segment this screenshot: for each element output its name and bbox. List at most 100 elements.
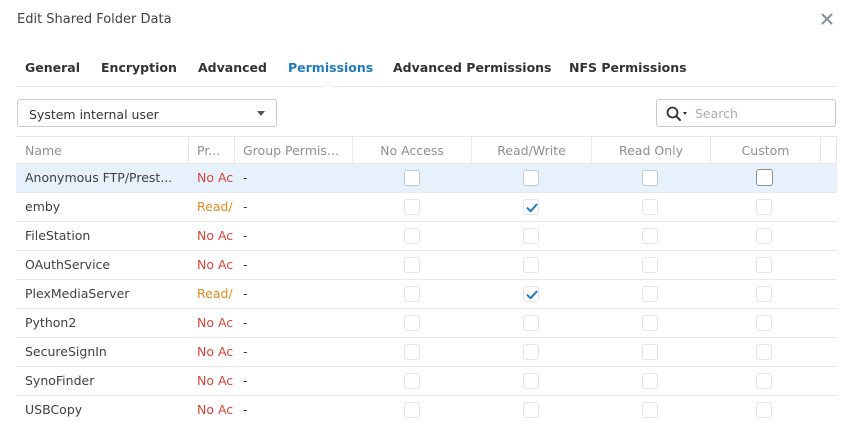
row-name: PlexMediaServer bbox=[25, 286, 130, 301]
tab-advanced-permissions[interactable]: Advanced Permissions bbox=[393, 60, 552, 75]
row-name: OAuthService bbox=[25, 257, 111, 272]
custom-checkbox[interactable] bbox=[756, 344, 772, 360]
table-row[interactable]: Python2 No Ac - bbox=[16, 309, 837, 338]
read-only-checkbox[interactable] bbox=[642, 199, 658, 215]
dialog-title: Edit Shared Folder Data bbox=[17, 12, 172, 27]
row-privilege: No Ac bbox=[197, 344, 234, 359]
close-icon bbox=[821, 13, 833, 25]
row-privilege: No Ac bbox=[197, 315, 234, 330]
read-write-checkbox[interactable] bbox=[523, 373, 539, 389]
search-icon[interactable] bbox=[666, 106, 696, 122]
custom-checkbox[interactable] bbox=[756, 315, 772, 331]
custom-checkbox[interactable] bbox=[756, 257, 772, 273]
column-header-group-permissions[interactable]: Group Permis... bbox=[235, 137, 353, 163]
read-only-checkbox[interactable] bbox=[642, 344, 658, 360]
read-only-checkbox[interactable] bbox=[642, 315, 658, 331]
column-header-read-only[interactable]: Read Only bbox=[592, 137, 711, 163]
row-privilege: No Ac bbox=[197, 257, 234, 272]
search-input[interactable] bbox=[695, 104, 831, 123]
read-write-checkbox[interactable] bbox=[523, 199, 539, 215]
read-write-checkbox[interactable] bbox=[523, 315, 539, 331]
no-access-checkbox[interactable] bbox=[404, 344, 420, 360]
column-header-spacer bbox=[821, 137, 837, 163]
row-name: Anonymous FTP/Prest... bbox=[25, 170, 173, 185]
read-write-checkbox[interactable] bbox=[523, 257, 539, 273]
read-only-checkbox[interactable] bbox=[642, 286, 658, 302]
permissions-grid: Name Pr... Group Permis... No Access Rea… bbox=[16, 136, 837, 422]
row-group-permission: - bbox=[243, 257, 248, 272]
custom-checkbox[interactable] bbox=[756, 373, 772, 389]
tab-general[interactable]: General bbox=[25, 60, 80, 75]
row-name: SecureSignIn bbox=[25, 344, 107, 359]
row-privilege: No Ac bbox=[197, 170, 234, 185]
column-header-name[interactable]: Name bbox=[16, 137, 189, 163]
no-access-checkbox[interactable] bbox=[404, 199, 420, 215]
user-type-dropdown[interactable]: System internal user bbox=[17, 99, 277, 127]
row-group-permission: - bbox=[243, 199, 248, 214]
row-name: emby bbox=[25, 199, 61, 214]
row-name: SynoFinder bbox=[25, 373, 95, 388]
read-only-checkbox[interactable] bbox=[642, 373, 658, 389]
column-header-no-access[interactable]: No Access bbox=[353, 137, 472, 163]
no-access-checkbox[interactable] bbox=[404, 315, 420, 331]
read-only-checkbox[interactable] bbox=[642, 170, 658, 186]
read-write-checkbox[interactable] bbox=[523, 170, 539, 186]
chevron-down-icon bbox=[257, 111, 265, 116]
no-access-checkbox[interactable] bbox=[404, 373, 420, 389]
close-button[interactable] bbox=[818, 10, 836, 28]
table-row[interactable]: emby Read/- bbox=[16, 193, 837, 222]
tab-permissions[interactable]: Permissions bbox=[288, 60, 373, 75]
grid-header-row: Name Pr... Group Permis... No Access Rea… bbox=[16, 136, 837, 164]
custom-checkbox[interactable] bbox=[756, 228, 772, 244]
column-header-privilege[interactable]: Pr... bbox=[189, 137, 235, 163]
read-only-checkbox[interactable] bbox=[642, 257, 658, 273]
table-row[interactable]: USBCopy No Ac - bbox=[16, 396, 837, 422]
no-access-checkbox[interactable] bbox=[404, 402, 420, 418]
row-group-permission: - bbox=[243, 286, 248, 301]
no-access-checkbox[interactable] bbox=[404, 170, 420, 186]
user-type-selected: System internal user bbox=[29, 107, 159, 122]
row-name: Python2 bbox=[25, 315, 77, 330]
row-group-permission: - bbox=[243, 228, 248, 243]
dialog-titlebar: Edit Shared Folder Data bbox=[0, 0, 846, 40]
no-access-checkbox[interactable] bbox=[404, 286, 420, 302]
row-privilege: No Ac bbox=[197, 402, 234, 417]
row-privilege: Read/ bbox=[197, 286, 233, 301]
column-header-read-write[interactable]: Read/Write bbox=[472, 137, 592, 163]
row-group-permission: - bbox=[243, 170, 248, 185]
read-only-checkbox[interactable] bbox=[642, 228, 658, 244]
table-row[interactable]: FileStation No Ac - bbox=[16, 222, 837, 251]
row-group-permission: - bbox=[243, 344, 248, 359]
read-write-checkbox[interactable] bbox=[523, 402, 539, 418]
custom-checkbox[interactable] bbox=[756, 286, 772, 302]
custom-checkbox[interactable] bbox=[756, 402, 772, 418]
read-write-checkbox[interactable] bbox=[523, 286, 539, 302]
tab-nfs-permissions[interactable]: NFS Permissions bbox=[569, 60, 687, 75]
row-privilege: No Ac bbox=[197, 373, 234, 388]
read-write-checkbox[interactable] bbox=[523, 228, 539, 244]
row-privilege: Read/ bbox=[197, 199, 233, 214]
no-access-checkbox[interactable] bbox=[404, 228, 420, 244]
row-group-permission: - bbox=[243, 402, 248, 417]
table-row[interactable]: SecureSignIn No Ac - bbox=[16, 338, 837, 367]
active-tab-pointer bbox=[322, 81, 334, 87]
custom-checkbox[interactable] bbox=[756, 199, 772, 215]
table-row[interactable]: OAuthService No Ac - bbox=[16, 251, 837, 280]
read-only-checkbox[interactable] bbox=[642, 402, 658, 418]
column-header-custom[interactable]: Custom bbox=[711, 137, 821, 163]
row-privilege: No Ac bbox=[197, 228, 234, 243]
read-write-checkbox[interactable] bbox=[523, 344, 539, 360]
custom-checkbox[interactable] bbox=[756, 169, 773, 186]
checkmark-icon bbox=[526, 290, 538, 300]
checkmark-icon bbox=[526, 203, 538, 213]
no-access-checkbox[interactable] bbox=[404, 257, 420, 273]
table-row[interactable]: PlexMediaServer Read/- bbox=[16, 280, 837, 309]
tab-encryption[interactable]: Encryption bbox=[101, 60, 177, 75]
table-row[interactable]: SynoFinder No Ac - bbox=[16, 367, 837, 396]
row-group-permission: - bbox=[243, 315, 248, 330]
tab-advanced[interactable]: Advanced bbox=[198, 60, 267, 75]
row-name: USBCopy bbox=[25, 402, 83, 417]
table-row[interactable]: Anonymous FTP/Prest... No Ac - bbox=[16, 164, 837, 193]
row-group-permission: - bbox=[243, 373, 248, 388]
tab-bar: General Encryption Advanced Permissions … bbox=[16, 40, 836, 87]
